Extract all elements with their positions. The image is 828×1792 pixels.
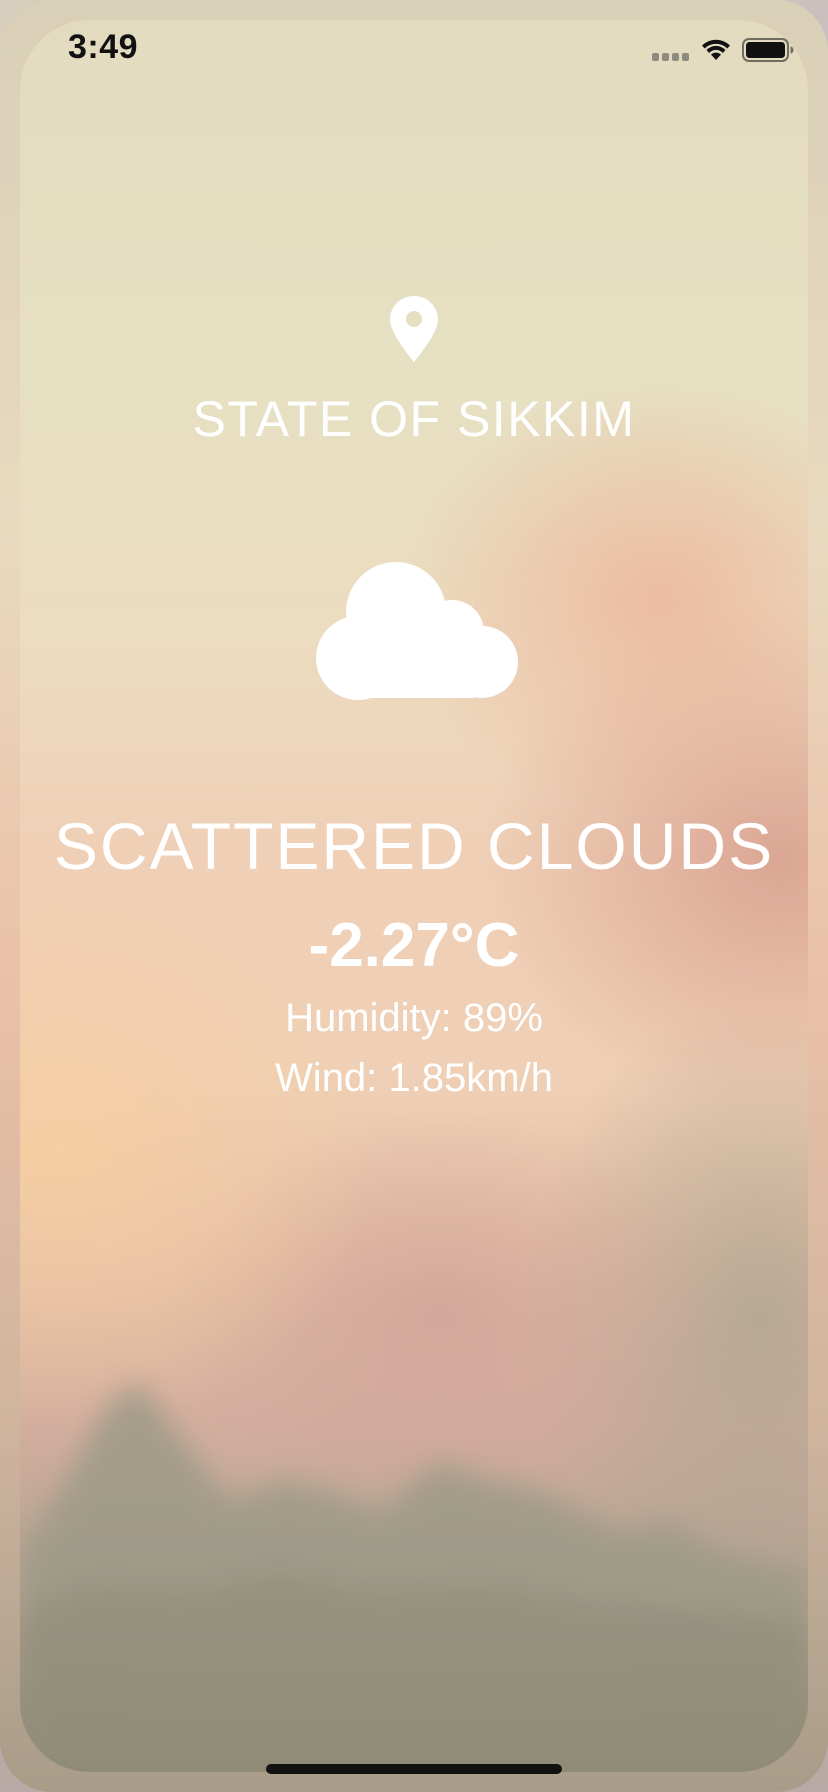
location-pin-icon (390, 296, 438, 362)
wind-speed-value: Wind: 1.85km/h (275, 1056, 553, 1100)
temperature-value: -2.27°C (308, 911, 520, 980)
status-bar: 3:49 (0, 0, 828, 100)
wifi-icon (702, 39, 730, 60)
cloud-icon (316, 562, 518, 700)
mountain-background (20, 1382, 808, 1772)
location-name: STATE OF SIKKIM (192, 391, 636, 447)
device: 3:49 STATE OF SIKKIM SCATTERED CLOUDS -2… (0, 0, 828, 1792)
home-indicator[interactable] (266, 1764, 562, 1774)
status-time: 3:49 (68, 28, 139, 66)
weather-condition: SCATTERED CLOUDS (53, 809, 775, 883)
humidity-value: Humidity: 89% (285, 996, 543, 1040)
weather-screen (20, 20, 808, 1772)
battery-full-icon (742, 38, 794, 62)
cellular-signal-icon (652, 53, 689, 61)
